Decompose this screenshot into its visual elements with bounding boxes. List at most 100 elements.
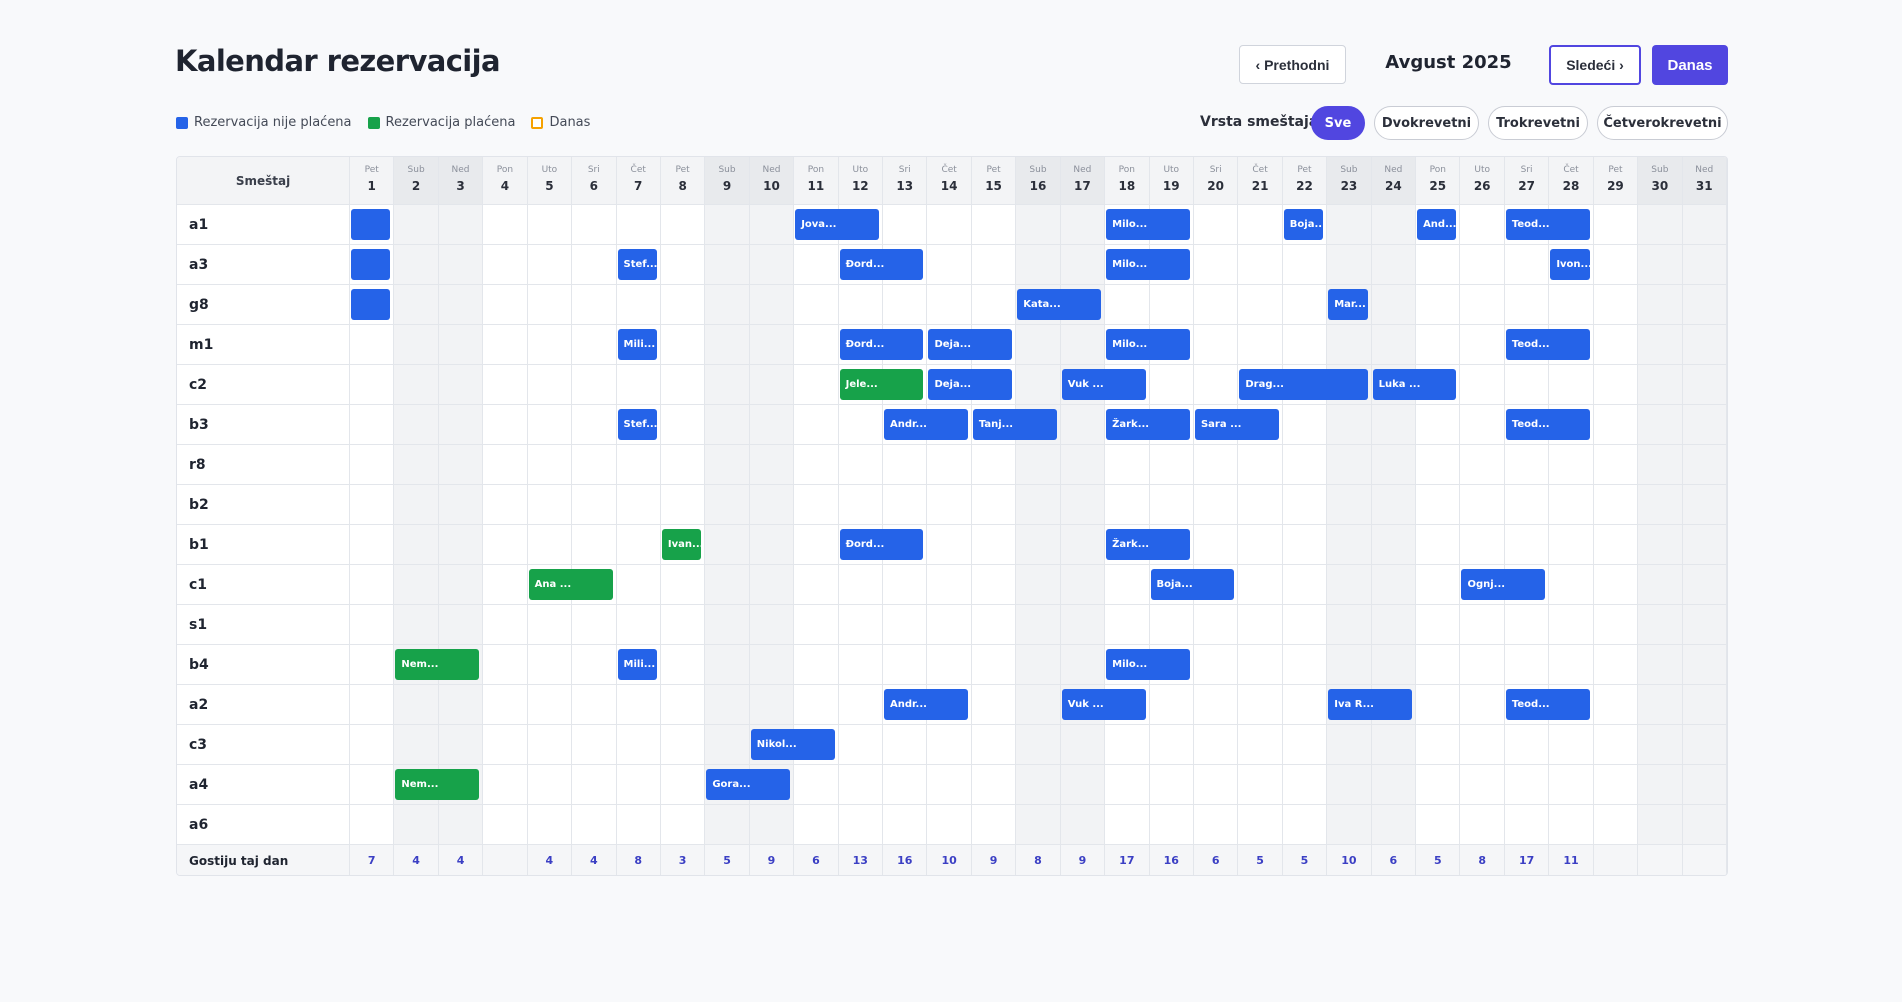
calendar-cell[interactable]: [1593, 405, 1639, 445]
calendar-cell[interactable]: [572, 725, 617, 765]
calendar-cell[interactable]: [1638, 645, 1683, 685]
calendar-cell[interactable]: [883, 645, 928, 685]
calendar-cell[interactable]: [1682, 685, 1727, 725]
calendar-cell[interactable]: [394, 205, 439, 245]
calendar-cell[interactable]: [794, 285, 839, 325]
calendar-cell[interactable]: [1105, 605, 1150, 645]
calendar-cell[interactable]: [350, 645, 395, 685]
calendar-cell[interactable]: [749, 645, 795, 685]
calendar-cell[interactable]: [616, 605, 661, 645]
calendar-cell[interactable]: [394, 485, 439, 525]
calendar-cell[interactable]: [1016, 725, 1061, 765]
calendar-cell[interactable]: [794, 685, 839, 725]
calendar-cell[interactable]: [438, 365, 484, 405]
calendar-cell[interactable]: [1682, 325, 1727, 365]
calendar-cell[interactable]: [794, 525, 839, 565]
calendar-cell[interactable]: [572, 285, 617, 325]
calendar-cell[interactable]: [794, 445, 839, 485]
calendar-cell[interactable]: [1549, 365, 1594, 405]
calendar-cell[interactable]: [1282, 805, 1328, 845]
calendar-cell[interactable]: [794, 485, 839, 525]
calendar-cell[interactable]: [483, 365, 528, 405]
booking-block[interactable]: Đord...: [839, 329, 924, 360]
calendar-cell[interactable]: [572, 805, 617, 845]
filter-triple-pill[interactable]: Trokrevetni: [1488, 106, 1588, 140]
calendar-cell[interactable]: [1593, 605, 1639, 645]
booking-block[interactable]: Boja...: [1283, 209, 1324, 240]
calendar-cell[interactable]: [1149, 765, 1194, 805]
calendar-cell[interactable]: [1682, 725, 1727, 765]
calendar-cell[interactable]: [1460, 285, 1505, 325]
booking-block[interactable]: Stef...: [617, 409, 657, 440]
booking-block[interactable]: Teod...: [1505, 209, 1590, 240]
calendar-cell[interactable]: [1327, 405, 1372, 445]
calendar-cell[interactable]: [660, 605, 706, 645]
calendar-cell[interactable]: [1549, 525, 1594, 565]
calendar-cell[interactable]: [660, 805, 706, 845]
calendar-cell[interactable]: [438, 565, 484, 605]
calendar-cell[interactable]: [838, 405, 884, 445]
calendar-cell[interactable]: [794, 605, 839, 645]
calendar-cell[interactable]: [1149, 365, 1194, 405]
calendar-cell[interactable]: [350, 805, 395, 845]
calendar-cell[interactable]: [1193, 245, 1239, 285]
calendar-cell[interactable]: [1149, 725, 1194, 765]
calendar-cell[interactable]: [1282, 405, 1328, 445]
calendar-cell[interactable]: [705, 805, 750, 845]
calendar-cell[interactable]: [438, 445, 484, 485]
calendar-cell[interactable]: [883, 605, 928, 645]
calendar-cell[interactable]: [1371, 285, 1417, 325]
calendar-cell[interactable]: [1016, 445, 1061, 485]
calendar-cell[interactable]: [1460, 405, 1505, 445]
calendar-cell[interactable]: [1282, 725, 1328, 765]
calendar-cell[interactable]: [1460, 725, 1505, 765]
calendar-cell[interactable]: [927, 285, 972, 325]
calendar-cell[interactable]: [971, 445, 1017, 485]
calendar-cell[interactable]: [1282, 485, 1328, 525]
booking-block[interactable]: Teod...: [1505, 409, 1590, 440]
calendar-cell[interactable]: [1060, 645, 1106, 685]
calendar-cell[interactable]: [616, 485, 661, 525]
calendar-cell[interactable]: [438, 805, 484, 845]
calendar-cell[interactable]: [1371, 765, 1417, 805]
calendar-cell[interactable]: [616, 445, 661, 485]
calendar-cell[interactable]: [1327, 485, 1372, 525]
calendar-cell[interactable]: [1149, 485, 1194, 525]
booking-block[interactable]: Mili...: [617, 329, 657, 360]
calendar-cell[interactable]: [1549, 805, 1594, 845]
booking-block[interactable]: Nem...: [395, 649, 480, 680]
calendar-cell[interactable]: [483, 405, 528, 445]
calendar-cell[interactable]: [927, 805, 972, 845]
calendar-cell[interactable]: [660, 285, 706, 325]
calendar-cell[interactable]: [1060, 325, 1106, 365]
calendar-cell[interactable]: [838, 485, 884, 525]
calendar-cell[interactable]: [1282, 765, 1328, 805]
calendar-cell[interactable]: [660, 685, 706, 725]
calendar-cell[interactable]: [794, 565, 839, 605]
calendar-cell[interactable]: [438, 405, 484, 445]
booking-block[interactable]: Đord...: [839, 249, 924, 280]
calendar-cell[interactable]: [1504, 605, 1550, 645]
calendar-cell[interactable]: [1638, 725, 1683, 765]
booking-block[interactable]: Luka ...: [1372, 369, 1457, 400]
calendar-cell[interactable]: [616, 805, 661, 845]
calendar-cell[interactable]: [1504, 365, 1550, 405]
calendar-cell[interactable]: [1238, 285, 1283, 325]
booking-block[interactable]: Drag...: [1239, 369, 1368, 400]
calendar-cell[interactable]: [749, 325, 795, 365]
calendar-cell[interactable]: [660, 725, 706, 765]
calendar-cell[interactable]: [1327, 525, 1372, 565]
booking-block[interactable]: Vuk ...: [1061, 369, 1146, 400]
calendar-cell[interactable]: [483, 805, 528, 845]
calendar-cell[interactable]: [1327, 205, 1372, 245]
calendar-cell[interactable]: [1193, 645, 1239, 685]
calendar-cell[interactable]: [927, 445, 972, 485]
calendar-cell[interactable]: [572, 325, 617, 365]
booking-block[interactable]: Boja...: [1150, 569, 1235, 600]
calendar-cell[interactable]: [1327, 325, 1372, 365]
calendar-cell[interactable]: [438, 685, 484, 725]
calendar-cell[interactable]: [1638, 805, 1683, 845]
calendar-cell[interactable]: [883, 725, 928, 765]
calendar-cell[interactable]: [350, 325, 395, 365]
calendar-cell[interactable]: [527, 325, 573, 365]
